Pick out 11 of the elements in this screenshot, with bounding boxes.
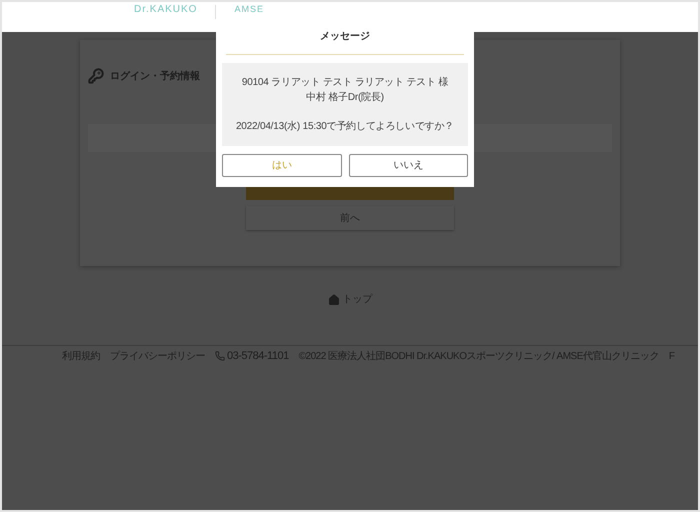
message-text: 90104 ラリアット テスト ラリアット テスト 様	[240, 76, 450, 90]
clinic-logo[interactable]: AMSE	[234, 5, 264, 14]
yes-button[interactable]: はい	[222, 154, 342, 177]
message-text: 中村 格子Dr(院長)	[305, 90, 385, 105]
message-text: 2022/04/13(水) 15:30で予約してよろしいですか？	[234, 120, 456, 134]
dialog-title: メッセージ	[226, 18, 464, 55]
no-button[interactable]: いいえ	[348, 154, 468, 177]
phone-icon	[215, 351, 225, 362]
home-icon	[328, 294, 340, 306]
clinic-logo[interactable]: Dr.KAKUKO	[134, 5, 198, 15]
key-icon	[88, 68, 104, 84]
